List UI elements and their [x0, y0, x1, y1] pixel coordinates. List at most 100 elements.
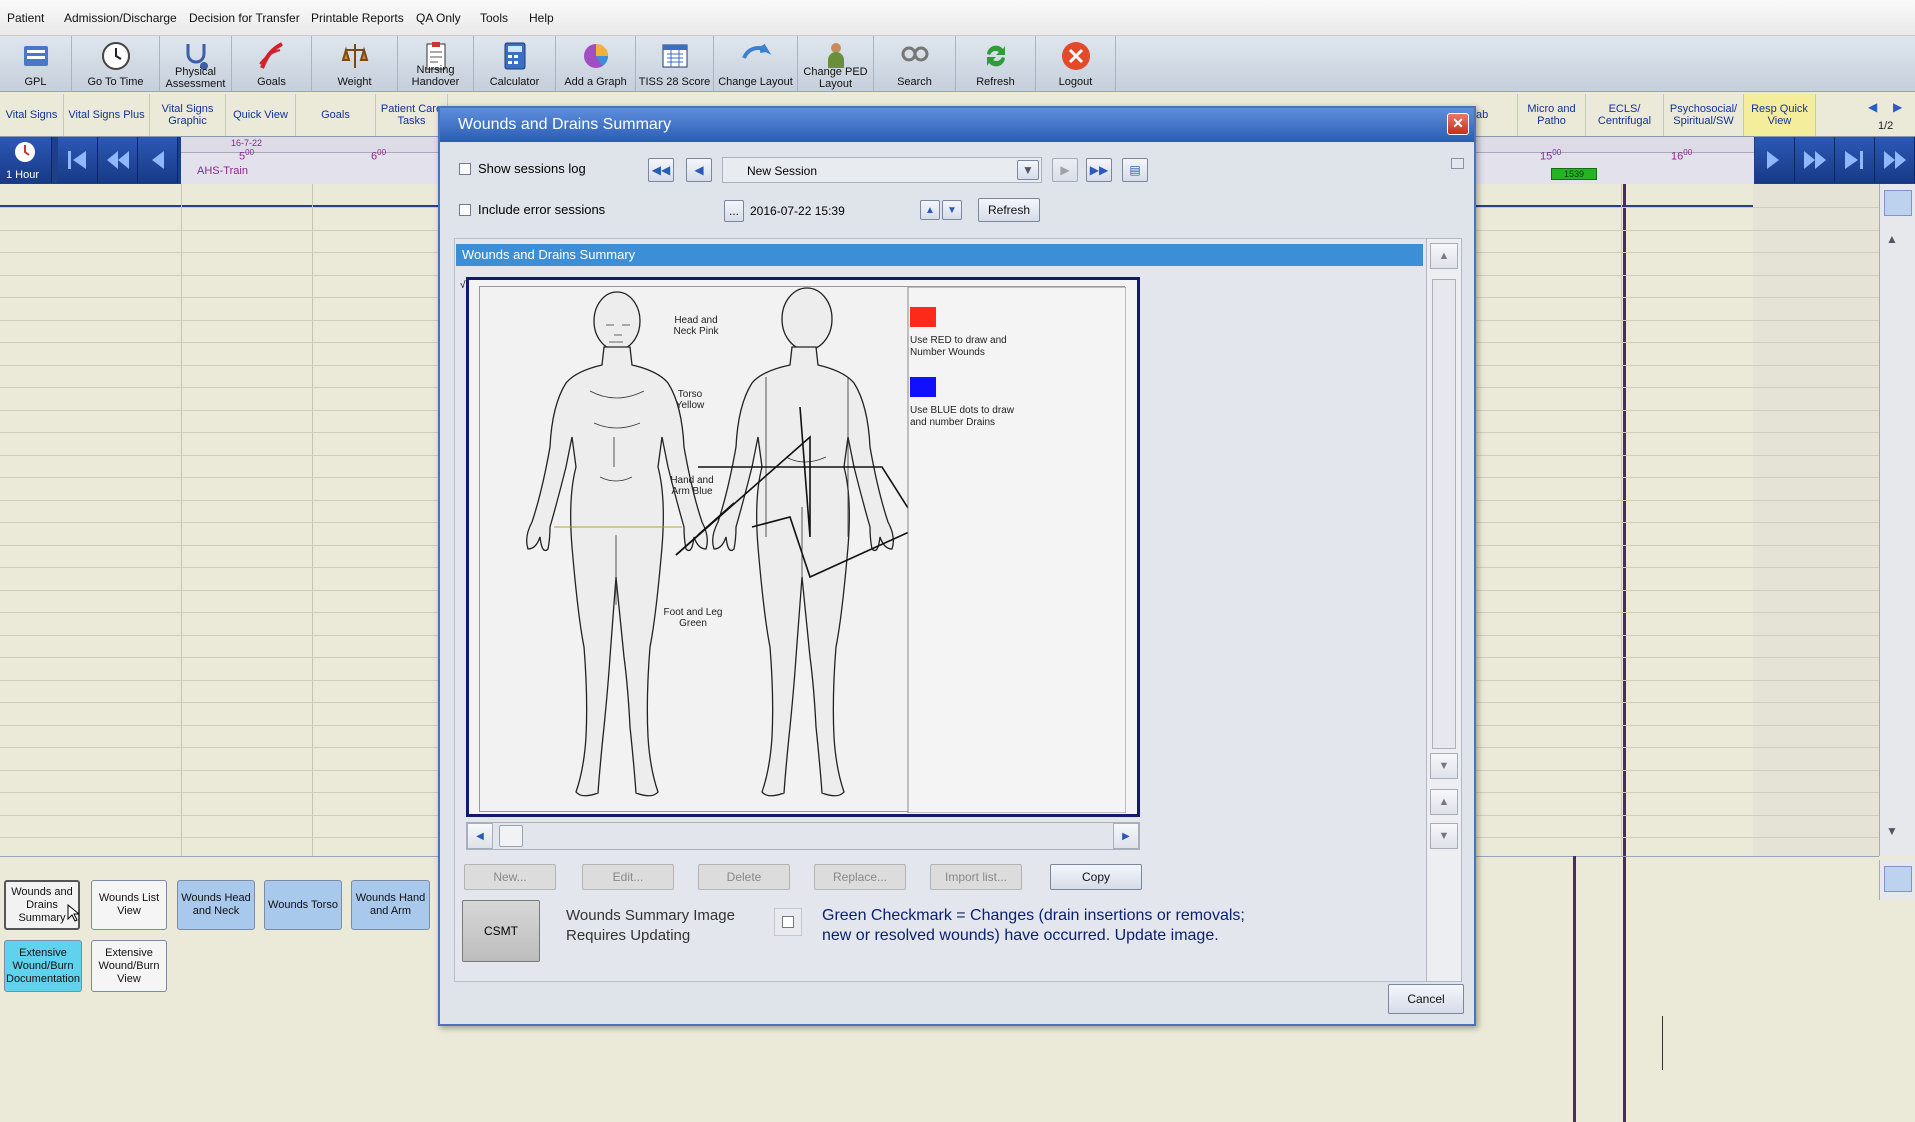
datetime-up-button[interactable]: ▲ [920, 200, 940, 220]
toolbar-physical-assessment-button[interactable]: Physical Assessment [160, 36, 232, 91]
toolbar-nursing-handover-button[interactable]: Nursing Handover [398, 36, 474, 91]
right-vertical-scrollbar[interactable]: ▲ ▼ [1879, 184, 1915, 856]
scroll-down-icon[interactable]: ▼ [1430, 753, 1458, 779]
session-datetime[interactable]: 2016-07-22 15:39 [750, 204, 845, 218]
tab-vital-signs[interactable]: Vital Signs [0, 94, 64, 136]
datetime-down-button[interactable]: ▼ [942, 200, 962, 220]
session-document-button[interactable]: ▤ [1122, 158, 1148, 182]
body-map-image[interactable]: Head and Neck Pink Torso Yellow Hand and… [479, 286, 1126, 813]
include-error-sessions-checkbox[interactable] [459, 204, 471, 216]
toolbar-change-layout-button[interactable]: Change Layout [714, 36, 798, 91]
toolbar-refresh-button[interactable]: Refresh [956, 36, 1036, 91]
toolbar-go-to-time-button[interactable]: Go To Time [72, 36, 160, 91]
timeline-end-button[interactable] [1875, 137, 1915, 183]
tab-goals[interactable]: Goals [296, 94, 376, 136]
refresh-button[interactable]: Refresh [978, 198, 1040, 222]
grid-row-line [1476, 387, 1879, 388]
wounds-list-view-button[interactable]: Wounds List View [91, 880, 167, 930]
tab-psychosocial-spiritual-sw[interactable]: Psychosocial/ Spiritual/SW [1664, 94, 1744, 136]
csmt-button[interactable]: CSMT [462, 900, 540, 962]
menu-admission-discharge[interactable]: Admission/Discharge [64, 11, 177, 25]
edit-button[interactable]: Edit... [582, 864, 674, 890]
cancel-button[interactable]: Cancel [1388, 984, 1464, 1014]
tab-prev-page-icon[interactable]: ◀ [1868, 100, 1877, 114]
scroll-bottom-icon[interactable]: ▼ [1430, 823, 1458, 849]
timeline-first-button[interactable] [58, 137, 98, 183]
timeline-last-button[interactable] [1835, 137, 1875, 183]
first-session-button[interactable]: ◀◀ [648, 158, 674, 182]
notes-panel-button[interactable] [1879, 860, 1915, 900]
delete-button[interactable]: Delete [698, 864, 790, 890]
tab-ecls-centrifugal[interactable]: ECLS/ Centrifugal [1586, 94, 1664, 136]
toolbar-logout-button[interactable]: Logout [1036, 36, 1116, 91]
toolbar-change-ped-layout-button[interactable]: Change PED Layout [798, 36, 874, 91]
wounds-head-and-neck-button[interactable]: Wounds Head and Neck [177, 880, 255, 930]
extensive-wound-burn-documentation-button[interactable]: Extensive Wound/Burn Documentation [4, 940, 82, 992]
tab-micro-and-patho[interactable]: Micro and Patho [1518, 94, 1586, 136]
panel-collapse-icon[interactable] [1451, 158, 1464, 169]
tab-quick-view[interactable]: Quick View [226, 94, 296, 136]
summary-vertical-scrollbar[interactable]: ▲ ▼ ▲ ▼ [1426, 238, 1462, 982]
timeline-back-button[interactable] [138, 137, 178, 183]
toolbar-weight-button[interactable]: Weight [312, 36, 398, 91]
menu-help[interactable]: Help [529, 11, 554, 25]
goals-icon [258, 42, 283, 69]
show-sessions-log-checkbox[interactable] [459, 163, 471, 175]
chevron-down-icon[interactable]: ▼ [1017, 160, 1039, 180]
menu-printable-reports[interactable]: Printable Reports [311, 11, 404, 25]
next-session-button[interactable]: ▶ [1052, 158, 1078, 182]
grid-row-line [1476, 612, 1879, 613]
replace-button[interactable]: Replace... [814, 864, 906, 890]
hand-arm-label: Hand and Arm Blue [670, 475, 714, 497]
copy-button[interactable]: Copy [1050, 864, 1142, 890]
wounds-torso-button[interactable]: Wounds Torso [264, 880, 342, 930]
wounds-hand-and-arm-button[interactable]: Wounds Hand and Arm [351, 880, 430, 930]
new-button[interactable]: New... [464, 864, 556, 890]
red-color-swatch[interactable] [910, 307, 936, 327]
tab-vital-signs-plus[interactable]: Vital Signs Plus [64, 94, 150, 136]
grid-row-line [0, 544, 438, 546]
toolbar-gpl-button[interactable]: GPL [0, 36, 72, 91]
toolbar-calculator-button[interactable]: Calculator [474, 36, 556, 91]
timeline-fast-back-button[interactable] [98, 137, 138, 183]
toolbar-add-a-graph-button[interactable]: Add a Graph [556, 36, 636, 91]
update-required-checkbox[interactable] [782, 916, 794, 928]
scroll-up-icon[interactable]: ▲ [1430, 243, 1458, 269]
session-select[interactable]: New Session ▼ [722, 157, 1042, 183]
current-time-marker[interactable]: 1539 [1551, 168, 1597, 180]
import-list-button[interactable]: Import list... [930, 864, 1022, 890]
grid-row-line [1476, 769, 1879, 771]
body-map-frame[interactable]: Head and Neck Pink Torso Yellow Hand and… [466, 277, 1140, 817]
previous-session-button[interactable]: ◀ [686, 158, 712, 182]
vertical-scroll-thumb[interactable] [1432, 279, 1456, 749]
scroll-right-icon[interactable]: ▶ [1113, 823, 1139, 849]
timeline-forward-button[interactable] [1755, 137, 1795, 183]
summary-header: Wounds and Drains Summary [456, 244, 1423, 266]
datetime-picker-button[interactable]: ... [724, 200, 744, 222]
toolbar-goals-button[interactable]: Goals [232, 36, 312, 91]
scroll-up-icon[interactable]: ▲ [1886, 232, 1898, 246]
tab-next-page-icon[interactable]: ▶ [1893, 100, 1902, 114]
last-session-button[interactable]: ▶▶ [1086, 158, 1112, 182]
toolbar-tiss-28-score-button[interactable]: TISS 28 Score [636, 36, 714, 91]
menu-qa-only[interactable]: QA Only [416, 11, 461, 25]
tab-vital-signs-graphic[interactable]: Vital Signs Graphic [150, 94, 226, 136]
horizontal-scroll-thumb[interactable] [499, 825, 523, 847]
timeline-fast-forward-button[interactable] [1795, 137, 1835, 183]
horizontal-scrollbar[interactable]: ◀ ▶ [466, 822, 1140, 850]
extensive-wound-burn-view-button[interactable]: Extensive Wound/Burn View [91, 940, 167, 992]
time-interval-button[interactable]: 1 Hour [0, 137, 52, 183]
dialog-close-button[interactable]: ✕ [1447, 113, 1469, 135]
scroll-left-icon[interactable]: ◀ [467, 823, 493, 849]
tab-resp-quick-view[interactable]: Resp Quick View [1744, 94, 1816, 136]
grid-row-line [0, 477, 438, 478]
menu-patient[interactable]: Patient [7, 11, 44, 25]
menu-tools[interactable]: Tools [480, 11, 508, 25]
scroll-down-icon[interactable]: ▼ [1886, 824, 1898, 838]
notes-icon[interactable] [1884, 190, 1912, 216]
toolbar-search-button[interactable]: Search [874, 36, 956, 91]
blue-color-swatch[interactable] [910, 377, 936, 397]
close-icon: ✕ [1452, 115, 1464, 131]
menu-decision-for-transfer[interactable]: Decision for Transfer [189, 11, 300, 25]
scroll-top-icon[interactable]: ▲ [1430, 789, 1458, 815]
